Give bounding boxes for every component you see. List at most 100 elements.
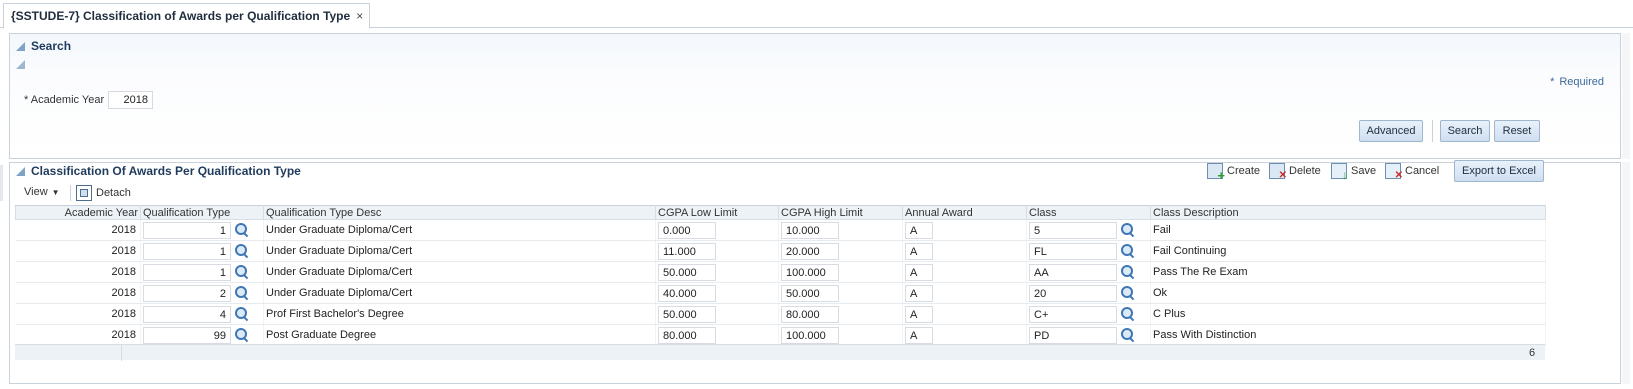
cell-class-description: C Plus <box>1150 303 1546 325</box>
search-panel: Search * Required * Academic Year 2018 Ad… <box>9 33 1621 159</box>
class-input[interactable]: 20 <box>1029 284 1117 302</box>
column-header-class[interactable]: Class <box>1026 205 1151 220</box>
qualification-type-input[interactable]: 99 <box>143 326 231 344</box>
detach-icon <box>76 185 92 201</box>
cgpa-low-limit-input[interactable]: 80.000 <box>658 326 716 344</box>
column-header-academic-year[interactable]: Academic Year <box>15 205 141 220</box>
search-lookup-icon[interactable] <box>234 306 250 322</box>
cgpa-high-limit-input[interactable]: 10.000 <box>781 221 839 239</box>
cell-class-description: Pass With Distinction <box>1150 324 1546 346</box>
class-input[interactable]: AA <box>1029 263 1117 281</box>
cell-qualification-type: 99 <box>140 324 264 346</box>
class-description-value: Fail <box>1153 224 1171 236</box>
table-row[interactable]: 2018 1 Under Graduate Diploma/Cert 11.000 20… <box>15 240 1546 262</box>
search-lookup-icon[interactable] <box>234 264 250 280</box>
annual-award-input[interactable]: A <box>905 284 933 302</box>
cell-annual-award: A <box>902 303 1027 325</box>
search-lookup-icon[interactable] <box>1120 306 1136 322</box>
cgpa-low-limit-input[interactable]: 40.000 <box>658 284 716 302</box>
table-row[interactable]: 2018 1 Under Graduate Diploma/Cert 50.000 10… <box>15 261 1546 283</box>
class-input[interactable]: FL <box>1029 242 1117 260</box>
delete-label: Delete <box>1289 165 1321 177</box>
cgpa-high-limit-input[interactable]: 100.000 <box>781 326 839 344</box>
expand-triangle-icon[interactable] <box>16 60 25 69</box>
annual-award-input[interactable]: A <box>905 242 933 260</box>
search-button[interactable]: Search <box>1440 120 1490 142</box>
qualification-type-input[interactable]: 2 <box>143 284 231 302</box>
tab-classification-awards[interactable]: {SSTUDE-7} Classification of Awards per … <box>3 3 371 29</box>
qualification-type-input[interactable]: 1 <box>143 263 231 281</box>
annual-award-input[interactable]: A <box>905 263 933 281</box>
tab-close-icon[interactable]: × <box>356 9 363 23</box>
table-row[interactable]: 2018 2 Under Graduate Diploma/Cert 40.000 50… <box>15 282 1546 304</box>
search-lookup-icon[interactable] <box>234 222 250 238</box>
required-text: Required <box>1559 76 1604 88</box>
export-to-excel-button[interactable]: Export to Excel <box>1454 160 1544 182</box>
cgpa-high-limit-input[interactable]: 80.000 <box>781 305 839 323</box>
advanced-button[interactable]: Advanced <box>1359 120 1423 142</box>
column-header-qualification-type-desc[interactable]: Qualification Type Desc <box>263 205 656 220</box>
class-input[interactable]: PD <box>1029 326 1117 344</box>
chevron-down-icon: ▼ <box>51 187 60 197</box>
cell-qualification-type-desc: Under Graduate Diploma/Cert <box>263 219 656 241</box>
reset-button[interactable]: Reset <box>1494 120 1540 142</box>
table-row[interactable]: 2018 1 Under Graduate Diploma/Cert 0.000 10.… <box>15 219 1546 241</box>
cell-qualification-type: 4 <box>140 303 264 325</box>
create-action[interactable]: Create <box>1207 163 1260 183</box>
qualification-type-input[interactable]: 1 <box>143 242 231 260</box>
column-header-cgpa-low-limit[interactable]: CGPA Low Limit <box>655 205 779 220</box>
annual-award-input[interactable]: A <box>905 326 933 344</box>
academic-year-value: 2018 <box>111 329 136 341</box>
academic-year-input[interactable]: 2018 <box>108 91 153 109</box>
results-scrollbar[interactable] <box>1622 162 1630 384</box>
cgpa-high-limit-input[interactable]: 50.000 <box>781 284 839 302</box>
search-lookup-icon[interactable] <box>1120 243 1136 259</box>
search-lookup-icon[interactable] <box>1120 285 1136 301</box>
results-section-header[interactable]: Classification Of Awards Per Qualificati… <box>16 164 301 178</box>
cgpa-low-limit-input[interactable]: 0.000 <box>658 221 716 239</box>
search-scrollbar[interactable] <box>1622 33 1630 159</box>
qualification-type-input[interactable]: 1 <box>143 221 231 239</box>
table-row[interactable]: 2018 4 Prof First Bachelor's Degree 50.000 8… <box>15 303 1546 325</box>
cgpa-low-limit-input[interactable]: 11.000 <box>658 242 716 260</box>
annual-award-input[interactable]: A <box>905 305 933 323</box>
search-lookup-icon[interactable] <box>1120 327 1136 343</box>
search-lookup-icon[interactable] <box>234 243 250 259</box>
save-action[interactable]: Save <box>1331 163 1376 182</box>
button-separator <box>1432 120 1433 142</box>
table-row[interactable]: 2018 99 Post Graduate Degree 80.000 100.000 A… <box>15 324 1546 346</box>
cgpa-high-limit-input[interactable]: 100.000 <box>781 263 839 281</box>
qualification-type-desc-value: Prof First Bachelor's Degree <box>266 308 404 320</box>
delete-icon <box>1269 163 1287 181</box>
cancel-action[interactable]: Cancel <box>1385 163 1439 181</box>
cgpa-low-limit-input[interactable]: 50.000 <box>658 305 716 323</box>
cgpa-high-limit-input[interactable]: 20.000 <box>781 242 839 260</box>
qualification-type-desc-value: Under Graduate Diploma/Cert <box>266 224 413 236</box>
toolbar-divider <box>70 185 71 201</box>
cgpa-low-limit-input[interactable]: 50.000 <box>658 263 716 281</box>
search-lookup-icon[interactable] <box>1120 222 1136 238</box>
cell-qualification-type-desc: Prof First Bachelor's Degree <box>263 303 656 325</box>
search-lookup-icon[interactable] <box>234 327 250 343</box>
collapse-triangle-icon[interactable] <box>16 166 25 176</box>
search-section-header[interactable]: Search <box>16 39 71 53</box>
column-header-annual-award[interactable]: Annual Award <box>902 205 1027 220</box>
column-header-cgpa-high-limit[interactable]: CGPA High Limit <box>778 205 903 220</box>
create-icon <box>1207 163 1225 183</box>
search-lookup-icon[interactable] <box>1120 264 1136 280</box>
view-menu[interactable]: View ▼ <box>24 186 60 198</box>
qualification-type-desc-value: Under Graduate Diploma/Cert <box>266 287 413 299</box>
class-input[interactable]: C+ <box>1029 305 1117 323</box>
splitter-handle[interactable] <box>0 165 3 201</box>
search-lookup-icon[interactable] <box>234 285 250 301</box>
annual-award-input[interactable]: A <box>905 221 933 239</box>
column-header-qualification-type[interactable]: Qualification Type <box>140 205 264 220</box>
detach-action[interactable]: Detach <box>76 185 131 201</box>
collapse-triangle-icon[interactable] <box>16 41 25 51</box>
class-input[interactable]: 5 <box>1029 221 1117 239</box>
cell-class: C+ <box>1026 303 1151 325</box>
delete-action[interactable]: Delete <box>1269 163 1321 181</box>
column-header-class-description[interactable]: Class Description <box>1150 205 1546 220</box>
qualification-type-input[interactable]: 4 <box>143 305 231 323</box>
cell-cgpa-low-limit: 80.000 <box>655 324 779 346</box>
